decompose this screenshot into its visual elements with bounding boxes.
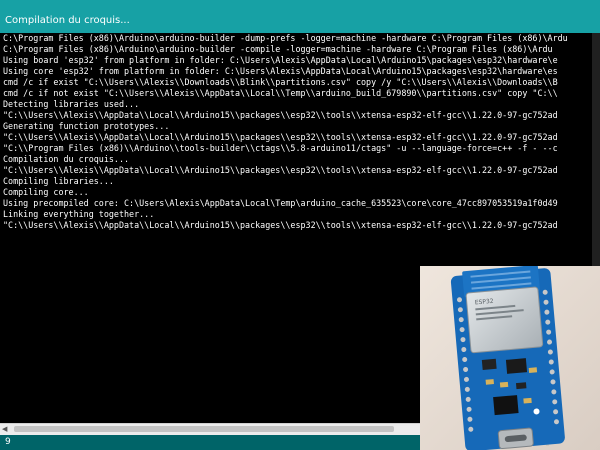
status-bar: Compilation du croquis... [0, 0, 600, 33]
console-line: cmd /c if not exist "C:\\Users\\Alexis\\… [3, 88, 558, 98]
console-line: "C:\\Users\\Alexis\\AppData\\Local\\Ardu… [3, 165, 558, 175]
console-line: "C:\\Users\\Alexis\\AppData\\Local\\Ardu… [3, 220, 558, 230]
esp32-board-photo: ESP32 [420, 266, 600, 450]
console-line: Using board 'esp32' from platform in fol… [3, 55, 558, 65]
scroll-left-arrow-icon[interactable]: ◀ [2, 425, 7, 433]
console-line: C:\Program Files (x86)\Arduino\arduino-b… [3, 33, 568, 43]
console-line: Compiling libraries... [3, 176, 114, 186]
console-horizontal-scrollbar[interactable]: ◀ [0, 423, 420, 435]
console-line: Detecting libraries used... [3, 99, 140, 109]
status-text: Compilation du croquis... [5, 15, 130, 26]
console-line: cmd /c if exist "C:\\Users\\Alexis\\Down… [3, 77, 558, 87]
console-line: Generating function prototypes... [3, 121, 170, 131]
horizontal-scroll-thumb[interactable] [14, 426, 394, 432]
console-line: Using core 'esp32' from platform in fold… [3, 66, 558, 76]
console-line: C:\Program Files (x86)\Arduino\arduino-b… [3, 44, 553, 54]
line-number: 9 [5, 437, 11, 447]
console-line: "C:\\Users\\Alexis\\AppData\\Local\\Ardu… [3, 132, 558, 142]
console-line: Linking everything together... [3, 209, 155, 219]
console-line: Compiling core... [3, 187, 89, 197]
console-line: Using precompiled core: C:\Users\Alexis\… [3, 198, 558, 208]
console-line: "C:\\Users\\Alexis\\AppData\\Local\\Ardu… [3, 110, 558, 120]
arduino-ide-window: Compilation du croquis... C:\Program Fil… [0, 0, 600, 450]
console-line: "C:\\Program Files (x86)\\Arduino\\tools… [3, 143, 558, 153]
console-line: Compilation du croquis... [3, 154, 130, 164]
esp32-board-image: ESP32 [420, 266, 600, 450]
